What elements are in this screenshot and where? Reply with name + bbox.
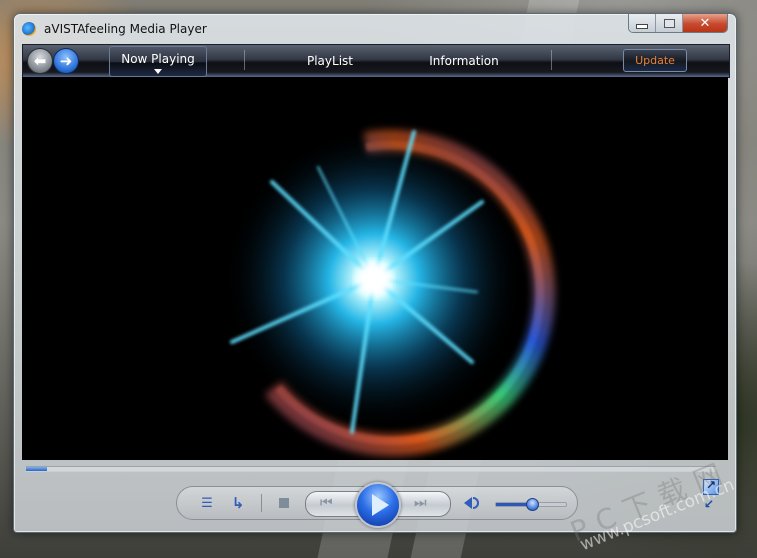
play-icon — [372, 494, 389, 516]
tab-now-playing[interactable]: Now Playing — [109, 46, 207, 77]
video-display[interactable] — [22, 77, 728, 460]
visualization — [224, 129, 555, 456]
maximize-icon — [663, 18, 675, 28]
divider — [244, 50, 245, 70]
window-title: aVISTAfeeling Media Player — [44, 22, 207, 36]
close-icon: ✕ — [699, 15, 711, 31]
forward-button[interactable]: ➜ — [53, 48, 79, 74]
tab-information[interactable]: Information — [397, 45, 531, 77]
sound-wave-icon — [472, 497, 479, 509]
arrow-right-icon: ➜ — [59, 51, 73, 70]
update-button[interactable]: Update — [623, 49, 687, 72]
fullscreen-button[interactable]: ↗ — [703, 478, 719, 495]
tab-label: Now Playing — [121, 51, 195, 66]
volume-handle[interactable] — [526, 498, 540, 511]
close-button[interactable]: ✕ — [683, 14, 727, 32]
next-icon: ⏭ — [414, 495, 427, 511]
minimize-button[interactable] — [629, 14, 656, 32]
expand-arrow-icon: ↗ — [706, 478, 717, 492]
app-icon — [22, 22, 36, 36]
seek-progress — [26, 467, 47, 471]
seek-bar[interactable] — [26, 466, 716, 472]
compact-mode-button[interactable]: ↙ — [703, 497, 717, 513]
tab-label: Information — [429, 54, 499, 68]
mute-button[interactable] — [461, 493, 481, 513]
minimize-icon — [636, 23, 648, 29]
caret-down-icon — [154, 69, 162, 74]
transport-controls: ☰ ↳ ⏮ ⏭ — [176, 482, 578, 528]
repeat-arrow-icon: ↳ — [231, 494, 245, 512]
list-icon: ☰ — [201, 495, 213, 511]
volume-slider[interactable] — [495, 498, 567, 511]
stop-button[interactable] — [275, 493, 293, 513]
tab-label: PlayList — [306, 54, 353, 68]
divider — [261, 494, 262, 512]
back-button[interactable]: ⬅ — [27, 48, 53, 74]
speaker-icon — [463, 497, 472, 509]
caption-buttons: ✕ — [628, 14, 728, 33]
tab-playlist[interactable]: PlayList — [263, 45, 397, 77]
maximize-button[interactable] — [656, 14, 683, 32]
playlist-toggle-button[interactable]: ☰ — [197, 493, 217, 513]
play-button[interactable] — [355, 482, 401, 528]
navigation-bar: ⬅ ➜ Now Playing PlayList Information Upd… — [22, 44, 730, 78]
repeat-button[interactable]: ↳ — [227, 493, 249, 513]
stop-icon — [279, 498, 289, 508]
arrow-left-icon: ⬅ — [33, 51, 47, 70]
divider — [551, 50, 552, 70]
title-bar[interactable]: aVISTAfeeling Media Player ✕ — [14, 14, 736, 44]
star-center — [356, 261, 392, 297]
media-player-window: aVISTAfeeling Media Player ✕ ⬅ ➜ Now Pla… — [13, 13, 737, 533]
collapse-arrow-icon: ↙ — [704, 497, 715, 511]
previous-icon: ⏮ — [320, 495, 333, 511]
